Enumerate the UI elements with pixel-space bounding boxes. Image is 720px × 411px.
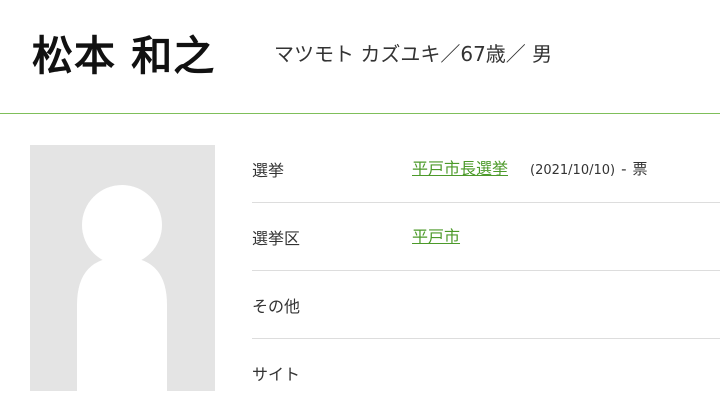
vote-count-placeholder: -: [621, 160, 627, 178]
election-link[interactable]: 平戸市長選挙: [412, 159, 508, 178]
election-label: 選挙: [252, 161, 285, 180]
votes-unit: 票: [632, 160, 648, 178]
district-link[interactable]: 平戸市: [412, 227, 460, 246]
district-value: 平戸市: [412, 223, 460, 247]
profile-header: 松本 和之 マツモト カズユキ／67歳／ 男: [0, 0, 720, 114]
district-label: 選挙区: [252, 229, 301, 248]
detail-table: 選挙 平戸市長選挙 (2021/10/10) - 票 選挙区 平戸市 その他 サイト: [252, 135, 720, 406]
other-label: その他: [252, 297, 301, 316]
district-row: 選挙区 平戸市: [252, 203, 720, 271]
candidate-name: 松本 和之: [32, 32, 216, 80]
site-label: サイト: [252, 365, 301, 384]
other-row: その他: [252, 271, 720, 339]
election-value: 平戸市長選挙 (2021/10/10) - 票: [412, 155, 648, 179]
person-placeholder-icon: [77, 185, 167, 391]
election-date: (2021/10/10): [530, 163, 616, 178]
candidate-photo-placeholder: [30, 145, 215, 391]
candidate-subinfo: マツモト カズユキ／67歳／ 男: [274, 42, 553, 66]
site-row: サイト: [252, 339, 720, 406]
election-row: 選挙 平戸市長選挙 (2021/10/10) - 票: [252, 135, 720, 203]
